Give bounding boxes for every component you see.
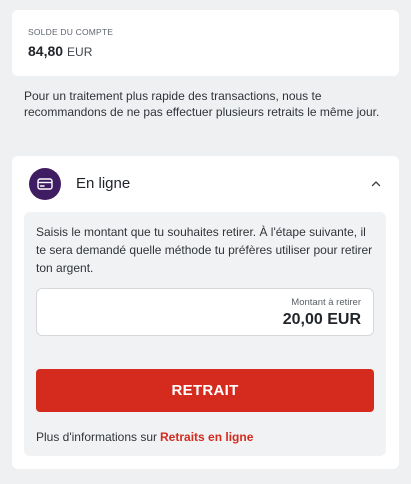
balance-card: SOLDE DU COMPTE 84,80 EUR bbox=[12, 10, 399, 76]
amount-label: Montant à retirer bbox=[291, 297, 361, 308]
withdrawal-notice: Pour un traitement plus rapide des trans… bbox=[24, 89, 380, 119]
more-info-text: Plus d'informations sur bbox=[36, 430, 158, 444]
online-method-card: En ligne Saisis le montant que tu souhai… bbox=[12, 156, 399, 469]
withdraw-panel: Saisis le montant que tu souhaites retir… bbox=[24, 212, 386, 456]
balance-amount: 84,80 bbox=[28, 43, 64, 59]
amount-input[interactable]: 20,00 EUR bbox=[283, 311, 361, 329]
withdraw-button[interactable]: RETRAIT bbox=[36, 369, 374, 412]
balance-value: 84,80 EUR bbox=[28, 43, 92, 59]
online-method-header[interactable]: En ligne bbox=[12, 156, 399, 212]
withdraw-instructions: Saisis le montant que tu souhaites retir… bbox=[36, 225, 373, 275]
balance-currency: EUR bbox=[67, 45, 93, 59]
method-title: En ligne bbox=[76, 175, 131, 192]
amount-field[interactable]: Montant à retirer 20,00 EUR bbox=[36, 288, 374, 336]
more-info: Plus d'informations sur Retraits en ligne bbox=[36, 430, 253, 444]
card-icon bbox=[29, 168, 61, 200]
balance-label: SOLDE DU COMPTE bbox=[28, 27, 114, 37]
chevron-up-icon[interactable] bbox=[369, 177, 383, 191]
online-withdrawals-link[interactable]: Retraits en ligne bbox=[160, 430, 253, 444]
